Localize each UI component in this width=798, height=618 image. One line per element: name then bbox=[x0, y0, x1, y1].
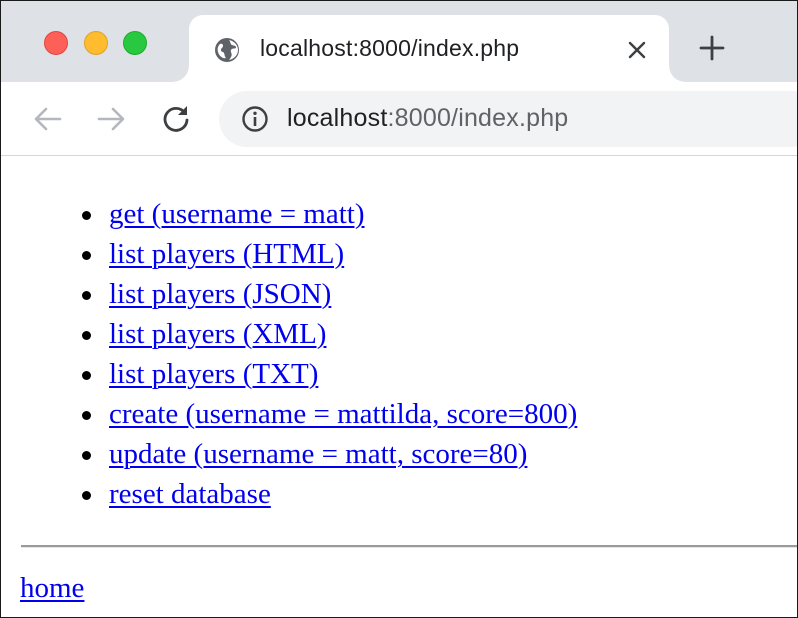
list-players-html-link[interactable]: list players (HTML) bbox=[109, 238, 344, 270]
list-item: get (username = matt) bbox=[81, 194, 577, 234]
reload-icon[interactable] bbox=[159, 102, 193, 136]
list-item: list players (JSON) bbox=[81, 274, 577, 314]
action-link-list: get (username = matt) list players (HTML… bbox=[81, 194, 577, 514]
list-players-xml-link[interactable]: list players (XML) bbox=[109, 318, 326, 350]
list-item: update (username = matt, score=80) bbox=[81, 434, 577, 474]
tab-title: localhost:8000/index.php bbox=[260, 35, 520, 61]
minimize-window-button[interactable] bbox=[84, 31, 108, 55]
home-link[interactable]: home bbox=[20, 568, 84, 608]
list-players-json-link[interactable]: list players (JSON) bbox=[109, 278, 331, 310]
browser-toolbar: localhost:8000/index.php bbox=[1, 82, 797, 156]
info-icon[interactable] bbox=[241, 105, 269, 133]
list-item: list players (XML) bbox=[81, 314, 577, 354]
update-user-link[interactable]: update (username = matt, score=80) bbox=[109, 438, 527, 470]
close-window-button[interactable] bbox=[44, 31, 68, 55]
page-content: get (username = matt) list players (HTML… bbox=[1, 156, 797, 617]
list-item: create (username = mattilda, score=800) bbox=[81, 394, 577, 434]
list-item: reset database bbox=[81, 474, 577, 514]
browser-window: localhost:8000/index.php localhost:8000/… bbox=[0, 0, 798, 618]
url-host: localhost bbox=[287, 104, 388, 132]
maximize-window-button[interactable] bbox=[123, 31, 147, 55]
list-item: list players (HTML) bbox=[81, 234, 577, 274]
url-text[interactable]: localhost:8000/index.php bbox=[287, 104, 568, 133]
get-user-link[interactable]: get (username = matt) bbox=[109, 198, 365, 230]
back-arrow-icon[interactable] bbox=[31, 102, 65, 136]
url-path: :8000/index.php bbox=[387, 104, 569, 132]
new-tab-icon[interactable] bbox=[697, 33, 727, 63]
tab-strip: localhost:8000/index.php bbox=[1, 1, 797, 82]
create-user-link[interactable]: create (username = mattilda, score=800) bbox=[109, 398, 577, 430]
close-tab-icon[interactable] bbox=[623, 36, 651, 64]
browser-tab-active[interactable]: localhost:8000/index.php bbox=[173, 15, 685, 82]
list-item: list players (TXT) bbox=[81, 354, 577, 394]
reset-database-link[interactable]: reset database bbox=[109, 478, 271, 510]
list-players-txt-link[interactable]: list players (TXT) bbox=[109, 358, 318, 390]
horizontal-rule bbox=[21, 545, 797, 548]
address-bar[interactable]: localhost:8000/index.php bbox=[219, 91, 797, 147]
globe-icon bbox=[214, 37, 240, 63]
forward-arrow-icon[interactable] bbox=[94, 102, 128, 136]
